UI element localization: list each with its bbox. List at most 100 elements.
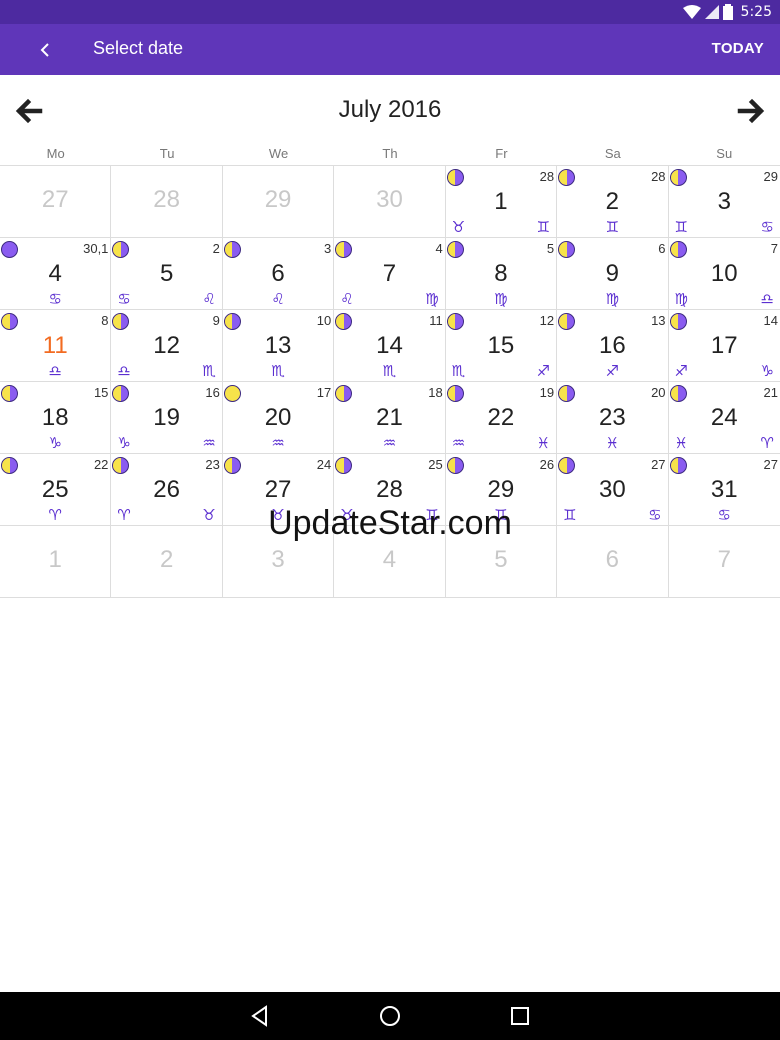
moon-phase-icon <box>669 457 687 474</box>
day-cell[interactable]: 28 <box>111 166 223 237</box>
day-number: 28 <box>376 476 403 503</box>
day-number: 21 <box>376 404 403 431</box>
day-number: 4 <box>382 546 397 573</box>
day-cell[interactable]: 29 <box>223 166 335 237</box>
day-number: 3 <box>271 546 285 573</box>
zodiac-sign-icon: ♒ <box>271 434 285 452</box>
triangle-back-icon <box>251 1005 267 1027</box>
day-cell[interactable]: 30 <box>334 166 446 237</box>
day-cell[interactable]: 28 1 ♉ ♊ <box>446 166 558 237</box>
moon-phase-icon <box>669 169 687 186</box>
day-number: 7 <box>717 546 731 573</box>
lunar-day-label: 27 <box>651 457 666 472</box>
weekday-label: Su <box>716 146 733 161</box>
moon-phase-icon <box>1 385 18 402</box>
day-cell[interactable]: 21 24 ♓ ♈ <box>669 382 780 453</box>
lunar-day-label: 29 <box>763 169 778 184</box>
day-cell[interactable]: 19 22 ♒ ♓ <box>446 382 558 453</box>
week-row: 15 18 ♑ 16 19 ♑ ♒ 17 20 ♒ 18 21 ♒ 19 22 ♒ ♓ 20 23 ♓ 21 24 ♓ ♈ <box>0 382 780 454</box>
weekday-label: Sa <box>604 146 621 161</box>
zodiac-sign-icon: ♑ <box>760 362 774 380</box>
weekday-header: Mo Tu We Th Fr Sa Su <box>0 146 780 165</box>
moon-phase-icon <box>669 385 687 402</box>
today-day-number: 11 <box>42 332 68 359</box>
day-number: 30 <box>376 186 403 213</box>
zodiac-sign-icon: ♏ <box>451 362 466 380</box>
lunar-day-label: 19 <box>539 385 555 400</box>
day-cell[interactable]: 14 17 ♐ ♑ <box>669 310 780 381</box>
moon-phase-icon <box>335 241 353 258</box>
zodiac-sign-icon: ♑ <box>117 434 131 452</box>
status-bar: 5:25 <box>0 0 780 24</box>
day-cell[interactable]: 5 8 ♍ <box>446 238 558 309</box>
week-row: 27 28 29 30 28 1 ♉ ♊ 28 2 ♊ 29 3 ♊ ♋ <box>0 166 780 238</box>
nav-back-button[interactable] <box>248 1004 272 1028</box>
moon-phase-icon <box>112 313 130 330</box>
day-cell[interactable]: 20 23 ♓ <box>557 382 669 453</box>
zodiac-sign-icon: ♋ <box>48 290 62 308</box>
zodiac-sign-icon: ♍ <box>674 290 688 308</box>
day-cell[interactable]: 10 13 ♏ <box>223 310 335 381</box>
day-cell[interactable]: 3 6 ♌ <box>223 238 335 309</box>
day-cell[interactable]: 2 5 ♋ ♌ <box>111 238 223 309</box>
day-number: 4 <box>48 260 62 287</box>
day-cell[interactable]: 29 3 ♊ ♋ <box>669 166 780 237</box>
today-button[interactable]: TODAY <box>712 40 764 57</box>
month-title: July 2016 <box>338 96 442 123</box>
lunar-day-label: 5 <box>546 241 555 256</box>
moon-phase-icon <box>558 385 576 402</box>
day-cell[interactable]: 16 19 ♑ ♒ <box>111 382 223 453</box>
day-cell[interactable]: 28 2 ♊ <box>557 166 669 237</box>
moon-phase-icon <box>558 313 576 330</box>
day-number: 23 <box>598 404 626 431</box>
zodiac-sign-icon: ♍ <box>425 290 439 308</box>
day-cell[interactable]: 9 12 ♎ ♏ <box>111 310 223 381</box>
nav-home-button[interactable] <box>378 1004 402 1028</box>
moon-phase-icon <box>223 313 241 330</box>
zodiac-sign-icon: ♑ <box>48 434 62 452</box>
zodiac-sign-icon: ♐ <box>605 362 620 380</box>
day-number: 27 <box>264 476 292 503</box>
arrow-right-icon <box>737 98 765 124</box>
zodiac-sign-icon: ♌ <box>202 290 216 308</box>
day-number: 6 <box>605 546 619 573</box>
lunar-day-label: 12 <box>539 313 555 328</box>
day-cell[interactable]: 18 21 ♒ <box>334 382 446 453</box>
day-cell[interactable]: 4 7 ♌ ♍ <box>334 238 446 309</box>
lunar-day-label: 24 <box>316 457 332 472</box>
moon-phase-icon <box>112 241 130 258</box>
day-cell[interactable]: 11 14 ♏ <box>334 310 446 381</box>
day-cell[interactable]: 30,1 4 ♋ <box>0 238 112 309</box>
nav-recents-button[interactable] <box>508 1004 532 1028</box>
zodiac-sign-icon: ♓ <box>674 434 688 452</box>
zodiac-sign-icon: ♊ <box>605 218 620 236</box>
lunar-day-label: 2 <box>212 241 220 256</box>
day-cell[interactable]: 27 <box>0 166 112 237</box>
lunar-day-label: 20 <box>651 385 666 400</box>
day-cell[interactable]: 13 16 ♐ <box>557 310 669 381</box>
day-cell[interactable]: 7 10 ♍ ♎ <box>669 238 780 309</box>
lunar-day-label: 30,1 <box>83 241 109 256</box>
next-month-button[interactable] <box>736 96 766 126</box>
moon-phase-icon <box>223 385 241 402</box>
day-cell[interactable]: 12 15 ♏ ♐ <box>446 310 558 381</box>
day-number: 7 <box>382 260 397 287</box>
lunar-day-label: 10 <box>316 313 332 328</box>
circle-home-icon <box>380 1006 400 1026</box>
lunar-day-label: 9 <box>212 313 220 328</box>
zodiac-sign-icon: ♌ <box>340 290 354 308</box>
back-button[interactable] <box>30 36 60 64</box>
zodiac-sign-icon: ♓ <box>605 434 620 452</box>
lunar-day-label: 3 <box>324 241 332 256</box>
zodiac-sign-icon: ♍ <box>605 290 620 308</box>
day-cell[interactable]: 17 20 ♒ <box>223 382 335 453</box>
day-cell[interactable]: 15 18 ♑ <box>0 382 112 453</box>
lunar-day-label: 14 <box>763 313 778 328</box>
lunar-day-label: 26 <box>539 457 555 472</box>
day-cell[interactable]: 8 11 ♎ <box>0 310 112 381</box>
moon-phase-icon <box>223 457 241 474</box>
day-cell[interactable]: 6 9 ♍ <box>557 238 669 309</box>
day-number: 12 <box>153 332 180 359</box>
moon-phase-icon <box>335 313 353 330</box>
weekday-label: We <box>268 146 289 161</box>
